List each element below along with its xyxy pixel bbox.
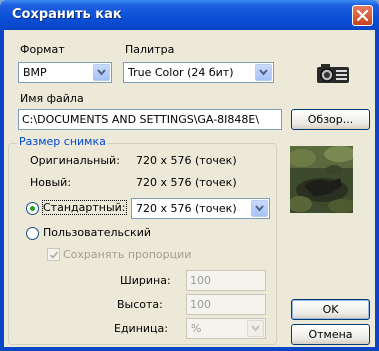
- custom-radio-label[interactable]: Пользовательский: [43, 226, 151, 239]
- ok-button[interactable]: OK: [291, 299, 370, 320]
- standard-radio-label[interactable]: Стандартный:: [42, 200, 127, 215]
- palette-value: True Color (24 бит): [128, 66, 234, 79]
- title-bar[interactable]: Сохранить как: [0, 0, 379, 30]
- format-select[interactable]: BMP: [18, 62, 112, 83]
- standard-radio[interactable]: [26, 202, 39, 215]
- chevron-down-icon: [97, 69, 106, 76]
- save-as-dialog: Сохранить как Формат BMP Палитра True Co…: [0, 0, 379, 351]
- format-dropdown-button[interactable]: [93, 64, 110, 81]
- width-value: 100: [190, 274, 211, 287]
- height-value: 100: [190, 298, 211, 311]
- palette-select[interactable]: True Color (24 бит): [123, 62, 274, 83]
- unit-label: Единица:: [114, 322, 168, 335]
- preview-image: [290, 146, 353, 213]
- original-size-value: 720 x 576 (точек): [136, 154, 237, 167]
- keep-ratio-checkbox[interactable]: [47, 248, 60, 261]
- snapshot-preview: [290, 146, 353, 213]
- filename-label: Имя файла: [20, 92, 84, 105]
- chevron-down-icon: [251, 325, 260, 332]
- unit-value: %: [191, 322, 202, 335]
- new-size-label: Новый:: [30, 176, 72, 189]
- palette-dropdown-button[interactable]: [255, 64, 272, 81]
- new-size-value: 720 x 576 (точек): [136, 176, 237, 189]
- cancel-button[interactable]: Отмена: [291, 324, 370, 345]
- chevron-down-icon: [259, 69, 268, 76]
- custom-radio[interactable]: [26, 227, 39, 240]
- format-label: Формат: [20, 43, 65, 56]
- filename-value: C:\DOCUMENTS AND SETTINGS\GA-8I848E\: [22, 113, 260, 126]
- window-title: Сохранить как: [12, 7, 122, 22]
- format-value: BMP: [23, 66, 47, 79]
- palette-label: Палитра: [125, 43, 175, 56]
- standard-size-value: 720 x 576 (точек): [136, 202, 237, 215]
- unit-select[interactable]: %: [186, 318, 266, 339]
- height-input[interactable]: 100: [186, 294, 266, 315]
- browse-button[interactable]: Обзор...: [291, 109, 370, 130]
- close-icon: [356, 9, 369, 22]
- standard-size-select[interactable]: 720 x 576 (точек): [131, 198, 270, 219]
- size-group-title: Размер снимка: [17, 135, 108, 148]
- standard-size-dropdown-button[interactable]: [251, 200, 268, 217]
- height-label: Высота:: [117, 298, 163, 311]
- chevron-down-icon: [255, 205, 264, 212]
- original-size-label: Оригинальный:: [30, 154, 120, 167]
- checkmark-icon: [49, 251, 59, 259]
- close-button[interactable]: [352, 5, 373, 26]
- keep-ratio-label: Сохранять пропорции: [63, 248, 192, 261]
- width-label: Ширина:: [120, 274, 171, 287]
- filename-input[interactable]: C:\DOCUMENTS AND SETTINGS\GA-8I848E\: [18, 109, 282, 130]
- unit-dropdown-button[interactable]: [247, 320, 264, 337]
- camera-icon: [317, 64, 349, 83]
- width-input[interactable]: 100: [186, 270, 266, 291]
